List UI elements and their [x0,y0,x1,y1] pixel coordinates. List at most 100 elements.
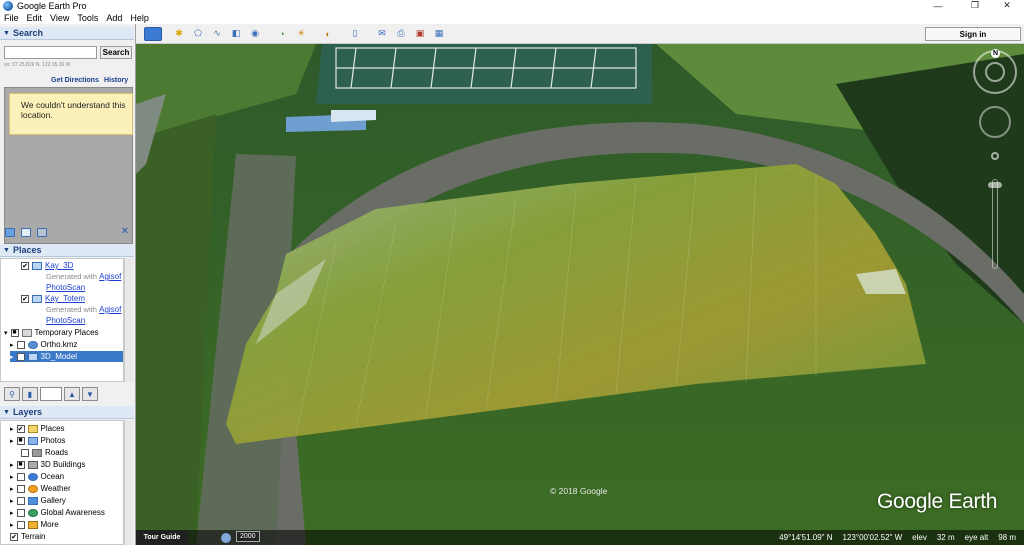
expand-triangle-icon[interactable]: ▸ [10,425,14,433]
map-view[interactable]: © 2018 Google Google Earth N [136,44,1024,545]
historical-clock-icon[interactable] [221,533,231,543]
checkbox[interactable] [16,484,25,493]
checkbox[interactable]: ✔ [10,532,18,541]
street-view-pegman-icon[interactable] [991,152,999,160]
close-button[interactable]: ✕ [993,0,1021,11]
tree-item-kay-totem[interactable]: ✔ Kay_Totem [21,293,85,304]
expand-triangle-icon[interactable]: ▾ [4,329,8,337]
search-icon[interactable]: ⚲ [4,387,20,401]
checkbox[interactable]: ✔ [21,294,29,303]
layer-roads[interactable]: Roads [21,447,68,458]
places-filter-field[interactable] [40,387,62,401]
ruler-icon[interactable]: ▯ [347,27,363,41]
layer-terrain[interactable]: ✔ Terrain [10,531,45,542]
maximize-button[interactable]: ❐ [961,0,989,11]
search-section-header[interactable]: ▼ Search [0,27,134,40]
agisoft-link[interactable]: Agisof [99,272,121,281]
checkbox[interactable]: ■ [10,328,19,337]
checkbox[interactable] [16,340,25,349]
copy-icon[interactable] [21,227,31,237]
expand-triangle-icon[interactable]: ▸ [10,521,14,529]
places-section-header[interactable]: ▼ Places [0,244,134,257]
expand-triangle-icon[interactable]: ▸ [10,509,14,517]
expand-triangle-icon[interactable]: ▸ [10,485,14,493]
zoom-slider-handle[interactable] [988,182,1002,188]
checkbox[interactable]: ■ [16,436,25,445]
menu-edit[interactable]: Edit [27,13,43,23]
search-button[interactable]: Search [100,46,132,59]
layer-more[interactable]: ▸ More [10,519,59,530]
menu-view[interactable]: View [50,13,69,23]
checkbox[interactable] [16,520,25,529]
expand-triangle-icon[interactable]: ▸ [10,437,14,445]
record-tour-icon[interactable]: ◉ [247,27,263,41]
layer-photos[interactable]: ▸ ■ Photos [10,435,65,446]
history-link[interactable]: History [104,77,128,84]
polygon-icon[interactable]: ⬠ [190,27,206,41]
tour-guide-button[interactable]: Tour Guide [136,530,188,545]
move-up-icon[interactable]: ▲ [64,387,80,401]
view-in-maps-icon[interactable]: ▦ [431,27,447,41]
tree-item-kay-3d[interactable]: ✔ Kay_3D [21,260,73,271]
print-icon[interactable]: ⎙ [393,27,409,41]
layer-places[interactable]: ▸ ✔ Places [10,423,65,434]
menu-file[interactable]: File [4,13,19,23]
menu-tools[interactable]: Tools [77,13,98,23]
imagery-year[interactable]: 2000 [236,531,260,542]
layer-global-awareness[interactable]: ▸ Global Awareness [10,507,105,518]
historical-imagery-icon[interactable]: ◔ [274,27,290,41]
places-scrollbar[interactable] [124,258,133,382]
sunlight-icon[interactable]: ☀ [293,27,309,41]
sidebar-toggle-icon[interactable] [144,26,162,41]
minimize-button[interactable]: — [924,0,952,11]
checkbox[interactable] [16,472,25,481]
expand-triangle-icon[interactable]: ▸ [10,497,14,505]
expand-triangle-icon[interactable]: ▸ [10,461,14,469]
save-image-icon[interactable]: ▣ [412,27,428,41]
checkbox[interactable]: ✔ [21,261,29,270]
tree-item-temporary-places[interactable]: ▾ ■ Temporary Places [4,327,99,338]
tree-item-ortho[interactable]: ▸ Ortho.kmz [10,339,77,350]
layer-ocean[interactable]: ▸ Ocean [10,471,64,482]
add-folder-icon[interactable] [5,227,15,237]
places-nav-tools: ⚲ ▮ ▲ ▼ [4,386,134,402]
layers-scrollbar[interactable] [124,420,133,545]
checkbox[interactable] [16,508,25,517]
layer-3d-buildings[interactable]: ▸ ■ 3D Buildings [10,459,85,470]
layers-section-header[interactable]: ▼ Layers [0,406,134,419]
move-down-icon[interactable]: ▼ [82,387,98,401]
sign-in-button[interactable]: Sign in [925,27,1021,41]
move-joystick-icon[interactable] [979,106,1011,138]
compass-ring[interactable]: N [973,49,1017,94]
zoom-slider[interactable] [992,179,998,269]
placemark-icon[interactable]: ✱ [171,27,187,41]
checkbox[interactable] [16,496,25,505]
photoscan-link[interactable]: PhotoScan [46,316,85,325]
print-icon[interactable] [37,227,47,237]
checkbox[interactable] [21,448,29,457]
panel-toggle-icon[interactable]: ▮ [22,387,38,401]
layer-weather[interactable]: ▸ Weather [10,483,71,494]
search-input[interactable] [4,46,97,59]
menu-add[interactable]: Add [106,13,122,23]
north-indicator[interactable]: N [991,49,1000,58]
checkbox[interactable]: ✔ [16,424,25,433]
look-joystick-icon[interactable] [985,62,1005,82]
menu-help[interactable]: Help [130,13,149,23]
email-icon[interactable]: ✉ [374,27,390,41]
expand-triangle-icon[interactable]: ▸ [10,353,14,361]
checkbox[interactable]: ■ [16,460,25,469]
agisoft-link[interactable]: Agisof [99,305,121,314]
get-directions-link[interactable]: Get Directions [51,77,99,84]
path-icon[interactable]: ∿ [209,27,225,41]
close-icon[interactable]: ✕ [121,226,129,237]
search-error-notice: We couldn't understand this location. [9,93,133,135]
photoscan-link[interactable]: PhotoScan [46,283,85,292]
tree-item-3d-model[interactable]: ▸ ✔ 3D_Model [10,351,123,362]
expand-triangle-icon[interactable]: ▸ [10,341,14,349]
image-overlay-icon[interactable]: ◧ [228,27,244,41]
checkbox[interactable]: ✔ [16,352,25,361]
layer-gallery[interactable]: ▸ Gallery [10,495,66,506]
planets-icon[interactable]: ◐ [320,27,336,41]
expand-triangle-icon[interactable]: ▸ [10,473,14,481]
